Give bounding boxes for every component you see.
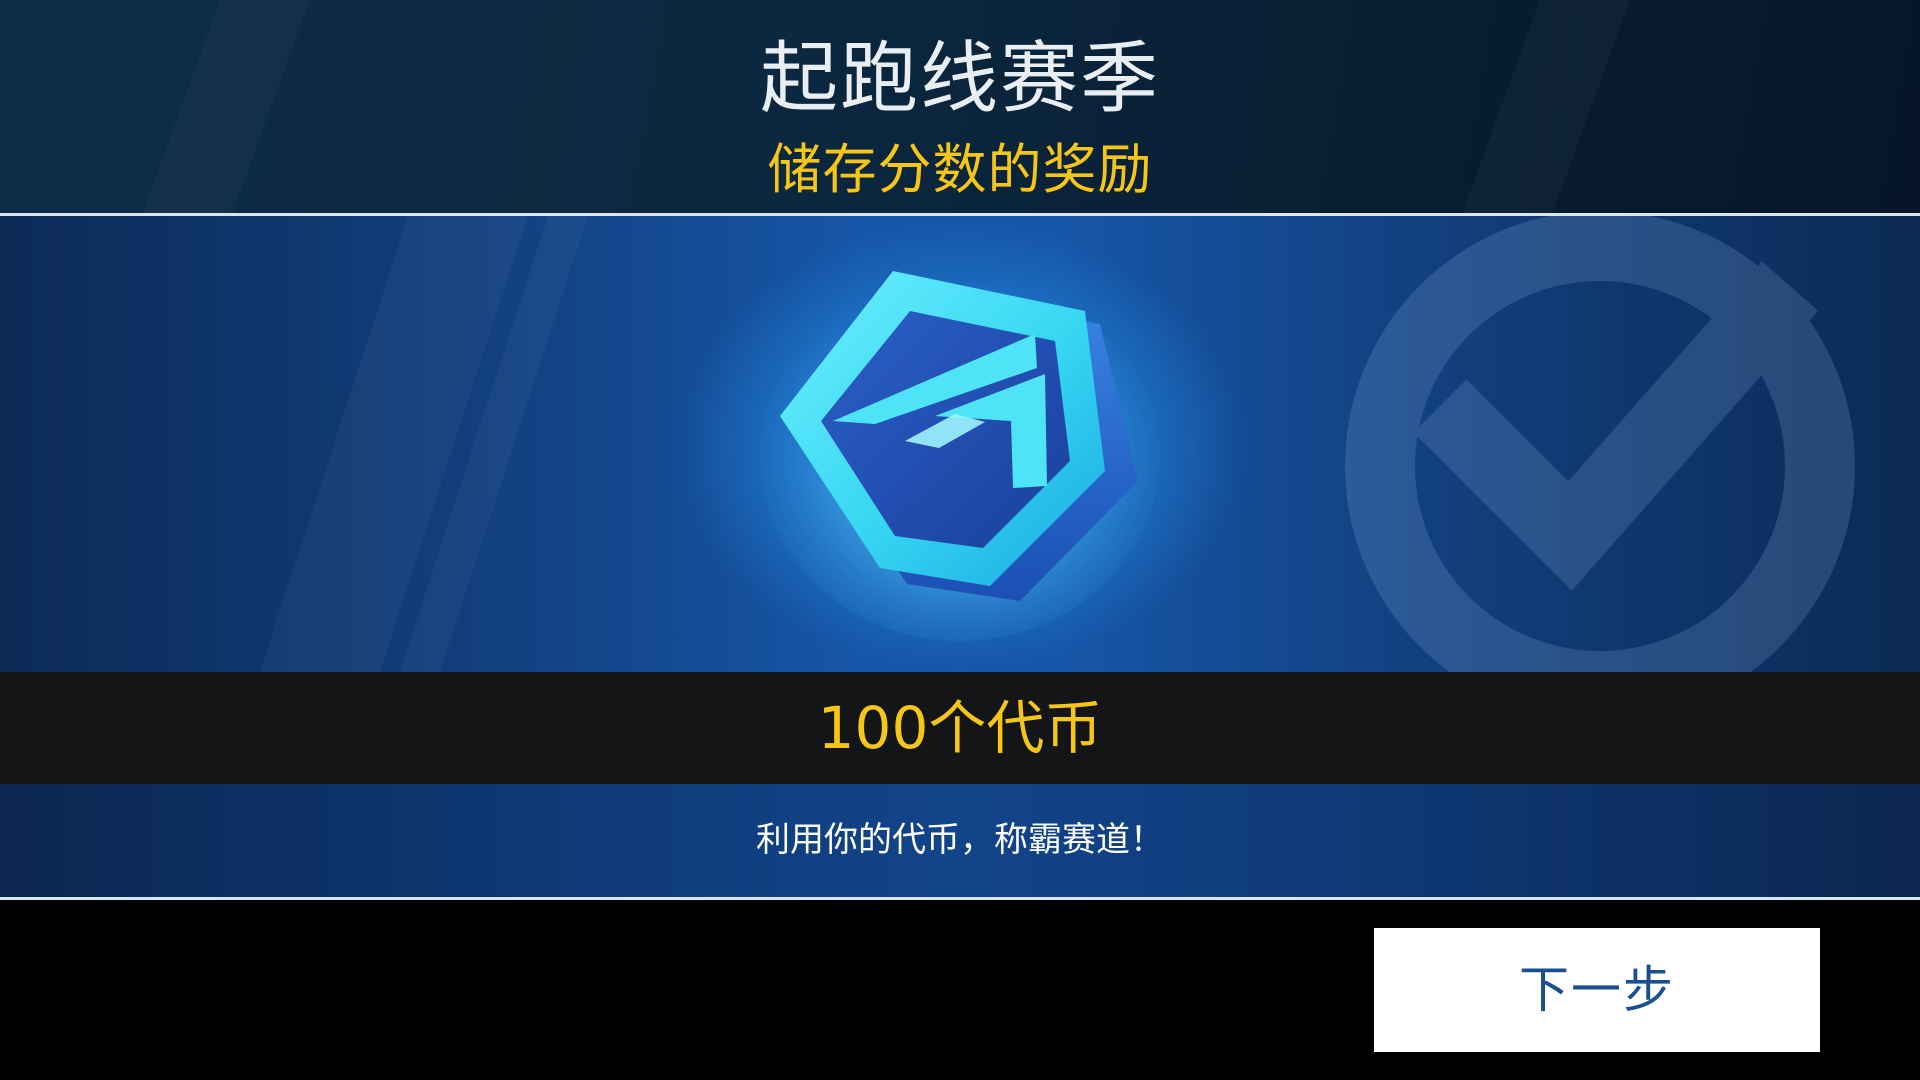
reward-amount-bar: 100个代币 xyxy=(0,672,1920,784)
reward-screen: 起跑线赛季 储存分数的奖励 100个代币 利用你的代币，称霸赛道！ 下一步 xyxy=(0,0,1920,1080)
reward-description: 利用你的代币，称霸赛道！ xyxy=(756,820,1164,860)
divider xyxy=(0,897,1920,900)
page-subtitle: 储存分数的奖励 xyxy=(767,138,1153,201)
next-button[interactable]: 下一步 xyxy=(1374,928,1820,1052)
reward-panel xyxy=(0,216,1920,672)
header: 起跑线赛季 储存分数的奖励 xyxy=(0,0,1920,213)
page-title: 起跑线赛季 xyxy=(759,34,1160,124)
token-hexagon-icon xyxy=(760,271,1160,641)
reward-amount: 100个代币 xyxy=(817,694,1103,762)
checkmark-circle-icon xyxy=(1345,216,1855,672)
reward-description-bar: 利用你的代币，称霸赛道！ xyxy=(0,784,1920,897)
